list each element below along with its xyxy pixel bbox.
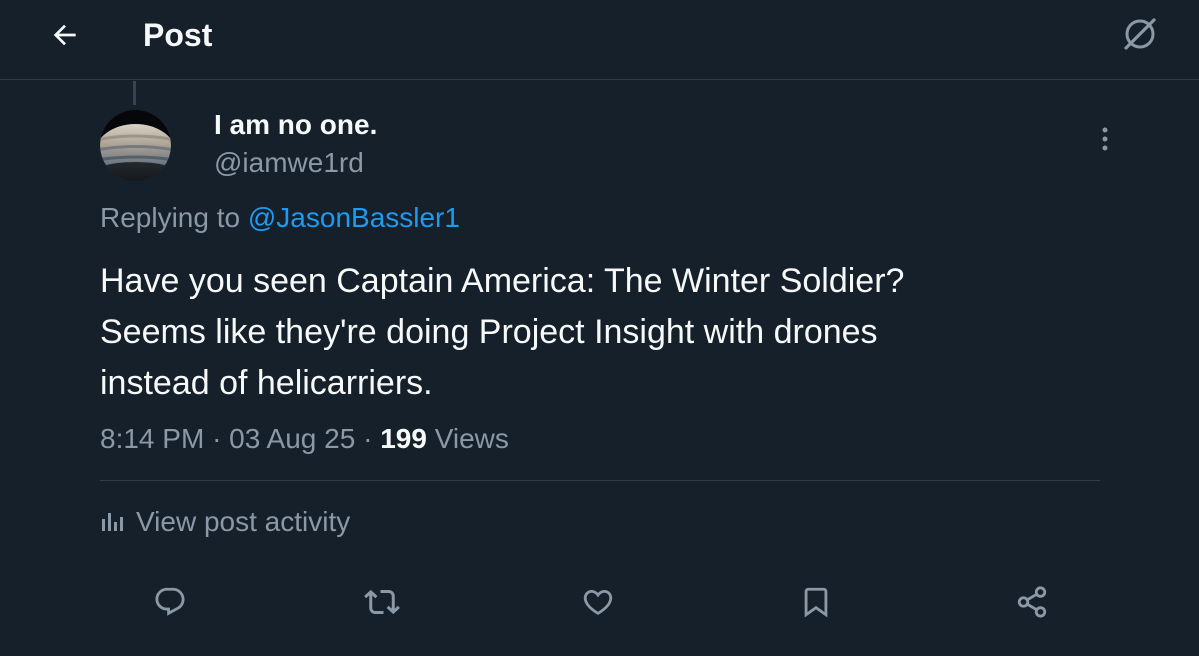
- grok-button[interactable]: [1118, 12, 1162, 56]
- heart-icon: [583, 589, 613, 615]
- author-name[interactable]: I am no one.: [214, 108, 377, 142]
- view-post-activity-button[interactable]: View post activity: [100, 504, 350, 540]
- like-button[interactable]: [576, 580, 620, 624]
- reply-button[interactable]: [148, 580, 192, 624]
- post-time[interactable]: 8:14 PM: [100, 423, 204, 454]
- mention-link[interactable]: @JasonBassler1: [248, 202, 460, 233]
- reply-context: Replying to @JasonBassler1: [100, 201, 460, 235]
- post-meta: 8:14 PM · 03 Aug 25 · 199 Views: [100, 422, 509, 456]
- share-button[interactable]: [1010, 580, 1054, 624]
- page-title: Post: [143, 17, 213, 53]
- more-options-button[interactable]: [1088, 122, 1122, 156]
- divider: [100, 480, 1100, 481]
- author-handle[interactable]: @iamwe1rd: [214, 146, 364, 180]
- thread-connector: [133, 81, 136, 105]
- arrow-left-icon: [53, 24, 76, 46]
- post-date[interactable]: 03 Aug 25: [229, 423, 355, 454]
- post-text-line: Have you seen Captain America: The Winte…: [100, 262, 905, 300]
- share-icon: [1017, 586, 1047, 618]
- views-label: Views: [434, 423, 509, 454]
- bookmark-icon: [804, 587, 828, 618]
- post-text-line: instead of helicarriers.: [100, 364, 433, 402]
- post-page: Post I am no one. @iamwe1rd Replying to …: [0, 0, 1199, 656]
- post-text-line: Seems like they're doing Project Insight…: [100, 313, 878, 351]
- bookmark-button[interactable]: [794, 580, 838, 624]
- activity-label: View post activity: [136, 506, 351, 537]
- more-vertical-icon: [1102, 127, 1108, 151]
- meta-separator: ·: [212, 423, 222, 454]
- grok-icon: [1124, 18, 1156, 50]
- replying-prefix: Replying to: [100, 202, 241, 233]
- back-button[interactable]: [44, 14, 86, 56]
- repost-button[interactable]: [360, 580, 404, 624]
- avatar[interactable]: [100, 110, 171, 181]
- reply-icon: [155, 587, 185, 616]
- views-count: 199: [380, 423, 427, 454]
- planet-avatar: [100, 110, 171, 181]
- repost-icon: [364, 589, 400, 615]
- top-bar: Post: [0, 0, 1199, 80]
- post-body: Have you seen Captain America: The Winte…: [100, 256, 1100, 409]
- meta-separator: ·: [363, 423, 373, 454]
- bar-chart-icon: [102, 513, 123, 531]
